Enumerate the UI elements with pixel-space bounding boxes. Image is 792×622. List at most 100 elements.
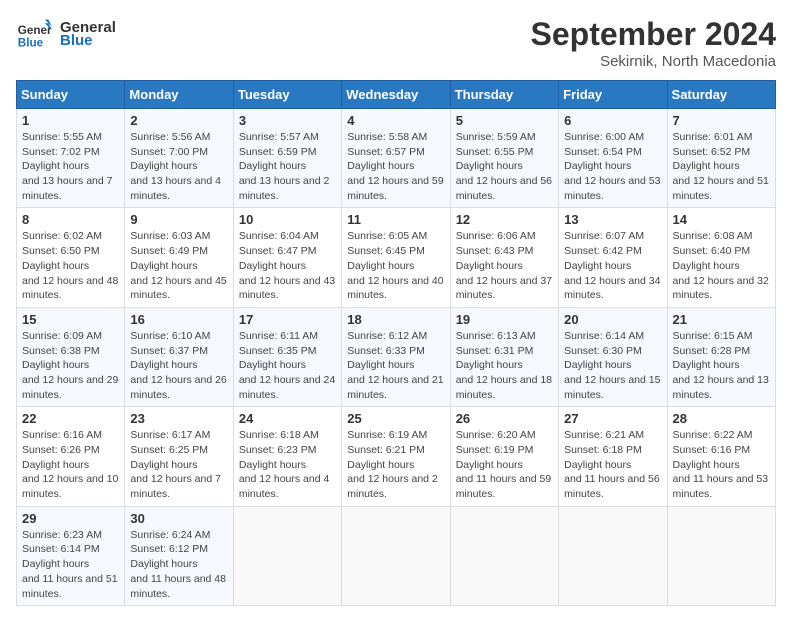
day-number: 26 <box>456 411 553 426</box>
calendar-cell: 4 Sunrise: 5:58 AMSunset: 6:57 PMDayligh… <box>342 109 450 208</box>
day-number: 27 <box>564 411 661 426</box>
day-number: 25 <box>347 411 444 426</box>
day-detail: Sunrise: 6:06 AMSunset: 6:43 PMDaylight … <box>456 230 552 301</box>
day-detail: Sunrise: 6:17 AMSunset: 6:25 PMDaylight … <box>130 429 221 500</box>
day-number: 30 <box>130 511 227 526</box>
day-detail: Sunrise: 6:23 AMSunset: 6:14 PMDaylight … <box>22 529 118 600</box>
day-detail: Sunrise: 6:10 AMSunset: 6:37 PMDaylight … <box>130 330 226 401</box>
day-number: 5 <box>456 113 553 128</box>
day-number: 7 <box>673 113 770 128</box>
weekday-header-thursday: Thursday <box>450 81 558 109</box>
calendar-cell: 5 Sunrise: 5:59 AMSunset: 6:55 PMDayligh… <box>450 109 558 208</box>
day-number: 24 <box>239 411 336 426</box>
logo-icon: General Blue <box>16 16 52 52</box>
day-number: 28 <box>673 411 770 426</box>
calendar-cell: 15 Sunrise: 6:09 AMSunset: 6:38 PMDaylig… <box>17 307 125 406</box>
title-block: September 2024 Sekirnik, North Macedonia <box>531 16 776 70</box>
logo-blue: Blue <box>60 32 116 49</box>
weekday-header-row: SundayMondayTuesdayWednesdayThursdayFrid… <box>17 81 776 109</box>
week-row-1: 1 Sunrise: 5:55 AMSunset: 7:02 PMDayligh… <box>17 109 776 208</box>
calendar-cell: 9 Sunrise: 6:03 AMSunset: 6:49 PMDayligh… <box>125 208 233 307</box>
calendar-cell: 19 Sunrise: 6:13 AMSunset: 6:31 PMDaylig… <box>450 307 558 406</box>
calendar-cell: 23 Sunrise: 6:17 AMSunset: 6:25 PMDaylig… <box>125 407 233 506</box>
day-detail: Sunrise: 6:22 AMSunset: 6:16 PMDaylight … <box>673 429 769 500</box>
location: Sekirnik, North Macedonia <box>531 53 776 70</box>
calendar-cell: 29 Sunrise: 6:23 AMSunset: 6:14 PMDaylig… <box>17 506 125 605</box>
day-detail: Sunrise: 6:07 AMSunset: 6:42 PMDaylight … <box>564 230 660 301</box>
day-number: 13 <box>564 212 661 227</box>
day-detail: Sunrise: 6:21 AMSunset: 6:18 PMDaylight … <box>564 429 660 500</box>
calendar-cell: 1 Sunrise: 5:55 AMSunset: 7:02 PMDayligh… <box>17 109 125 208</box>
day-detail: Sunrise: 6:02 AMSunset: 6:50 PMDaylight … <box>22 230 118 301</box>
week-row-3: 15 Sunrise: 6:09 AMSunset: 6:38 PMDaylig… <box>17 307 776 406</box>
day-number: 18 <box>347 312 444 327</box>
day-number: 11 <box>347 212 444 227</box>
day-detail: Sunrise: 6:24 AMSunset: 6:12 PMDaylight … <box>130 529 226 600</box>
calendar-cell: 12 Sunrise: 6:06 AMSunset: 6:43 PMDaylig… <box>450 208 558 307</box>
day-detail: Sunrise: 6:18 AMSunset: 6:23 PMDaylight … <box>239 429 330 500</box>
calendar-cell: 22 Sunrise: 6:16 AMSunset: 6:26 PMDaylig… <box>17 407 125 506</box>
calendar-cell: 25 Sunrise: 6:19 AMSunset: 6:21 PMDaylig… <box>342 407 450 506</box>
calendar-cell: 17 Sunrise: 6:11 AMSunset: 6:35 PMDaylig… <box>233 307 341 406</box>
calendar-cell: 14 Sunrise: 6:08 AMSunset: 6:40 PMDaylig… <box>667 208 775 307</box>
calendar-cell: 16 Sunrise: 6:10 AMSunset: 6:37 PMDaylig… <box>125 307 233 406</box>
week-row-5: 29 Sunrise: 6:23 AMSunset: 6:14 PMDaylig… <box>17 506 776 605</box>
day-detail: Sunrise: 6:14 AMSunset: 6:30 PMDaylight … <box>564 330 660 401</box>
day-detail: Sunrise: 6:13 AMSunset: 6:31 PMDaylight … <box>456 330 552 401</box>
calendar-cell: 7 Sunrise: 6:01 AMSunset: 6:52 PMDayligh… <box>667 109 775 208</box>
calendar-cell <box>667 506 775 605</box>
day-detail: Sunrise: 6:19 AMSunset: 6:21 PMDaylight … <box>347 429 438 500</box>
calendar-cell <box>342 506 450 605</box>
day-number: 14 <box>673 212 770 227</box>
day-number: 3 <box>239 113 336 128</box>
calendar-cell: 28 Sunrise: 6:22 AMSunset: 6:16 PMDaylig… <box>667 407 775 506</box>
calendar-cell: 20 Sunrise: 6:14 AMSunset: 6:30 PMDaylig… <box>559 307 667 406</box>
day-detail: Sunrise: 5:57 AMSunset: 6:59 PMDaylight … <box>239 131 330 202</box>
weekday-header-friday: Friday <box>559 81 667 109</box>
calendar-cell <box>450 506 558 605</box>
day-number: 12 <box>456 212 553 227</box>
day-number: 2 <box>130 113 227 128</box>
calendar-cell: 27 Sunrise: 6:21 AMSunset: 6:18 PMDaylig… <box>559 407 667 506</box>
day-number: 1 <box>22 113 119 128</box>
day-detail: Sunrise: 5:56 AMSunset: 7:00 PMDaylight … <box>130 131 221 202</box>
day-detail: Sunrise: 6:09 AMSunset: 6:38 PMDaylight … <box>22 330 118 401</box>
calendar-table: SundayMondayTuesdayWednesdayThursdayFrid… <box>16 80 776 606</box>
day-detail: Sunrise: 5:59 AMSunset: 6:55 PMDaylight … <box>456 131 552 202</box>
day-number: 23 <box>130 411 227 426</box>
day-detail: Sunrise: 6:05 AMSunset: 6:45 PMDaylight … <box>347 230 443 301</box>
day-number: 21 <box>673 312 770 327</box>
day-detail: Sunrise: 6:16 AMSunset: 6:26 PMDaylight … <box>22 429 118 500</box>
day-detail: Sunrise: 5:55 AMSunset: 7:02 PMDaylight … <box>22 131 113 202</box>
day-detail: Sunrise: 5:58 AMSunset: 6:57 PMDaylight … <box>347 131 443 202</box>
month-title: September 2024 <box>531 16 776 53</box>
weekday-header-saturday: Saturday <box>667 81 775 109</box>
day-number: 15 <box>22 312 119 327</box>
svg-text:Blue: Blue <box>18 37 44 50</box>
day-number: 10 <box>239 212 336 227</box>
day-detail: Sunrise: 6:03 AMSunset: 6:49 PMDaylight … <box>130 230 226 301</box>
day-number: 20 <box>564 312 661 327</box>
calendar-cell: 11 Sunrise: 6:05 AMSunset: 6:45 PMDaylig… <box>342 208 450 307</box>
day-number: 9 <box>130 212 227 227</box>
calendar-cell: 21 Sunrise: 6:15 AMSunset: 6:28 PMDaylig… <box>667 307 775 406</box>
calendar-cell: 10 Sunrise: 6:04 AMSunset: 6:47 PMDaylig… <box>233 208 341 307</box>
day-detail: Sunrise: 6:04 AMSunset: 6:47 PMDaylight … <box>239 230 335 301</box>
day-detail: Sunrise: 6:15 AMSunset: 6:28 PMDaylight … <box>673 330 769 401</box>
day-detail: Sunrise: 6:12 AMSunset: 6:33 PMDaylight … <box>347 330 443 401</box>
day-detail: Sunrise: 6:00 AMSunset: 6:54 PMDaylight … <box>564 131 660 202</box>
logo: General Blue General Blue <box>16 16 116 52</box>
calendar-cell: 3 Sunrise: 5:57 AMSunset: 6:59 PMDayligh… <box>233 109 341 208</box>
calendar-cell: 26 Sunrise: 6:20 AMSunset: 6:19 PMDaylig… <box>450 407 558 506</box>
day-number: 17 <box>239 312 336 327</box>
weekday-header-wednesday: Wednesday <box>342 81 450 109</box>
page-header: General Blue General Blue September 2024… <box>16 16 776 70</box>
day-detail: Sunrise: 6:20 AMSunset: 6:19 PMDaylight … <box>456 429 552 500</box>
day-detail: Sunrise: 6:01 AMSunset: 6:52 PMDaylight … <box>673 131 769 202</box>
weekday-header-monday: Monday <box>125 81 233 109</box>
calendar-cell: 2 Sunrise: 5:56 AMSunset: 7:00 PMDayligh… <box>125 109 233 208</box>
day-number: 4 <box>347 113 444 128</box>
weekday-header-sunday: Sunday <box>17 81 125 109</box>
weekday-header-tuesday: Tuesday <box>233 81 341 109</box>
week-row-2: 8 Sunrise: 6:02 AMSunset: 6:50 PMDayligh… <box>17 208 776 307</box>
